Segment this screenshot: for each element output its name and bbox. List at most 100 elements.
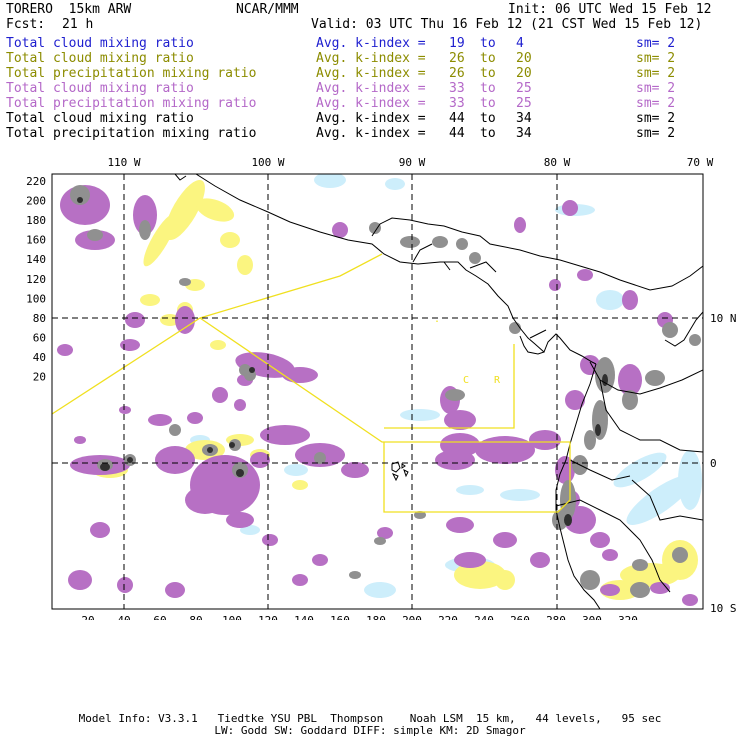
shading-cell xyxy=(555,456,575,484)
shading-cell xyxy=(77,197,83,203)
shading-cell xyxy=(210,340,226,350)
shading-cell xyxy=(165,582,185,598)
shading-cell xyxy=(139,220,151,240)
longitude-label: 100 W xyxy=(251,156,284,169)
legend-index-label: Avg. k-index = xyxy=(316,51,426,66)
shading-cell xyxy=(284,464,308,476)
legend-row: Total precipitation mixing ratio Avg. k-i… xyxy=(6,126,706,141)
shading-cell xyxy=(127,457,133,463)
legend-row: Total cloud mixing ratio Avg. k-index = 26… xyxy=(6,51,706,66)
legend-field-name: Total cloud mixing ratio xyxy=(6,111,194,126)
legend-to-value: 34 xyxy=(516,126,532,141)
legend-smoothing: sm= 2 xyxy=(636,81,676,96)
shading-cell xyxy=(454,552,486,568)
shading-cell xyxy=(314,452,326,464)
legend-to-word: to xyxy=(480,81,496,96)
shading-cell xyxy=(622,290,638,310)
shading-cell xyxy=(446,517,474,533)
legend-to-value: 34 xyxy=(516,111,532,126)
shading-cell xyxy=(155,446,195,474)
shading-cell xyxy=(234,399,246,411)
legend-to-word: to xyxy=(480,51,496,66)
shading-cell xyxy=(120,339,140,351)
shading-cell xyxy=(400,236,420,248)
shading-cell xyxy=(282,367,318,383)
legend-index-label: Avg. k-index = xyxy=(316,81,426,96)
legend-field-name: Total cloud mixing ratio xyxy=(6,81,194,96)
legend-to-word: to xyxy=(480,111,496,126)
shading-cell xyxy=(74,436,86,444)
legend-smoothing: sm= 2 xyxy=(636,126,676,141)
x-tick-label: 100 xyxy=(222,614,242,620)
shading-cell xyxy=(500,489,540,501)
shading-cell xyxy=(374,537,386,545)
model-info-line2: LW: Godd SW: Goddard DIFF: simple KM: 2D… xyxy=(214,724,526,737)
x-tick-label: 40 xyxy=(117,614,130,620)
shading-cell xyxy=(385,178,405,190)
x-tick-label: 220 xyxy=(438,614,458,620)
shading-cell xyxy=(444,410,476,430)
legend-from-value: 19 xyxy=(449,36,465,51)
shading-cell xyxy=(564,514,572,526)
shading-cell xyxy=(645,370,665,386)
shading-cell xyxy=(87,229,103,241)
shading-cell xyxy=(600,584,620,596)
shading-cell xyxy=(341,462,369,478)
shading-cell xyxy=(140,294,160,306)
shading-cell xyxy=(562,200,578,216)
y-tick-label: 160 xyxy=(26,234,46,247)
shading-cell xyxy=(456,238,468,250)
legend-to-value: 20 xyxy=(516,51,532,66)
y-tick-label: 140 xyxy=(26,253,46,266)
x-tick-label: 300 xyxy=(582,614,602,620)
shading-cell xyxy=(595,424,601,436)
shading-cell xyxy=(169,424,181,436)
shading-cell xyxy=(187,412,203,424)
shading-cell xyxy=(292,574,308,586)
shading-cell xyxy=(689,334,701,346)
shading-cell xyxy=(565,390,585,410)
shading-cell xyxy=(349,571,361,579)
legend-index-label: Avg. k-index = xyxy=(316,36,426,51)
legend-index-label: Avg. k-index = xyxy=(316,126,426,141)
legend-field-name: Total cloud mixing ratio xyxy=(6,36,194,51)
legend-smoothing: sm= 2 xyxy=(636,96,676,111)
legend-to-word: to xyxy=(480,36,496,51)
shading-cell xyxy=(119,406,131,414)
legend-field-name: Total cloud mixing ratio xyxy=(6,51,194,66)
x-tick-label: 160 xyxy=(330,614,350,620)
shading-cell xyxy=(117,577,133,593)
shading-cell xyxy=(632,559,648,571)
longitude-label: 80 W xyxy=(544,156,571,169)
shading-cell xyxy=(432,236,448,248)
longitude-label: 70 W xyxy=(687,156,714,169)
shading-cell xyxy=(226,512,254,528)
shading-cell xyxy=(549,279,561,291)
shading-cell xyxy=(590,532,610,548)
shading-cell xyxy=(475,436,535,464)
legend-to-value: 25 xyxy=(516,81,532,96)
shading-cell xyxy=(364,582,396,598)
legend-from-value: 26 xyxy=(449,51,465,66)
shading-cell xyxy=(100,463,110,471)
shading-cell xyxy=(236,469,244,477)
legend-smoothing: sm= 2 xyxy=(636,36,676,51)
shading-cell xyxy=(212,387,228,403)
legend-from-value: 26 xyxy=(449,66,465,81)
y-tick-label: 180 xyxy=(26,214,46,227)
shading-cell xyxy=(90,522,110,538)
shading-cell xyxy=(630,582,650,598)
shading-cell xyxy=(435,450,475,470)
shading-cell xyxy=(495,570,515,590)
legend-index-label: Avg. k-index = xyxy=(316,111,426,126)
shading-cell xyxy=(469,252,481,264)
shading-cell xyxy=(312,554,328,566)
y-tick-label: 20 xyxy=(33,371,46,384)
latitude-label: 10 N xyxy=(710,312,737,325)
legend-from-value: 44 xyxy=(449,126,465,141)
shading-cell xyxy=(493,532,517,548)
shading-cell xyxy=(148,414,172,426)
shading-cell xyxy=(207,447,213,453)
shading-cell xyxy=(400,409,440,421)
legend-to-value: 25 xyxy=(516,96,532,111)
